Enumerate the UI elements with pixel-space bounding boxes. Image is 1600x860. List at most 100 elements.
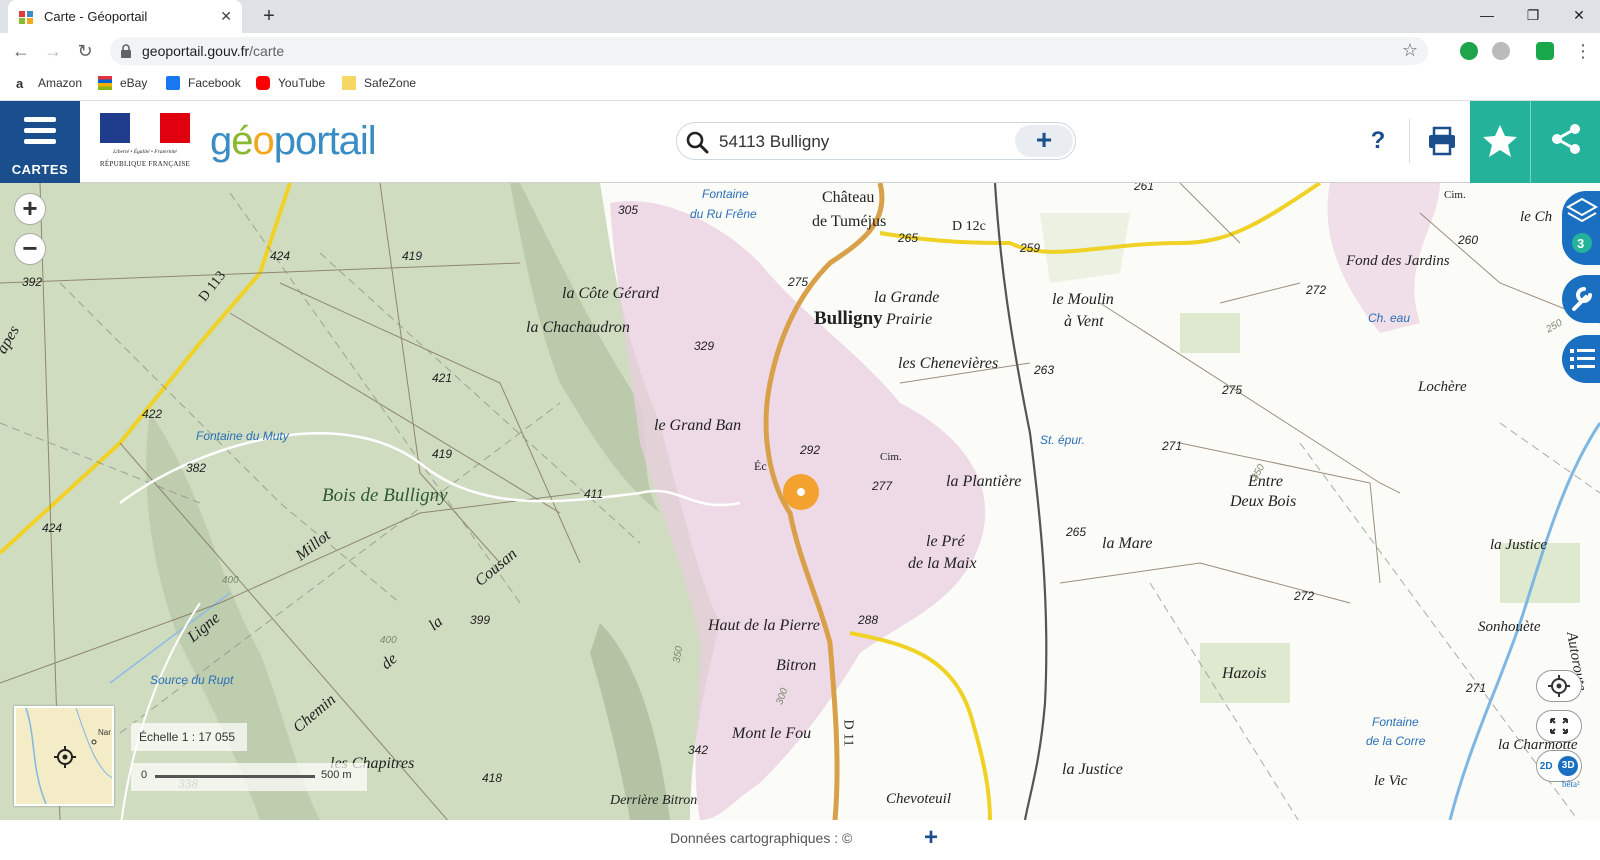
map-label: Deux Bois (1230, 493, 1297, 510)
forward-icon[interactable]: → (40, 38, 66, 64)
bookmark-facebook[interactable]: Facebook (166, 76, 241, 90)
water-label: Source du Rupt (150, 673, 234, 687)
tab-close-icon[interactable]: ✕ (220, 8, 232, 25)
spot-height: 419 (402, 249, 423, 263)
bookmark-ebay[interactable]: eBay (98, 76, 147, 90)
zoom-out-button[interactable]: − (14, 233, 46, 265)
browser-menu-icon[interactable]: ⋮ (1570, 38, 1596, 64)
map-canvas[interactable]: Château de Tuméjus Bulligny la Grande Pr… (0, 183, 1600, 820)
beta-label: bêta² (1562, 779, 1580, 789)
reload-icon[interactable]: ↻ (72, 38, 98, 64)
spot-height: 418 (482, 771, 503, 785)
ebay-icon (98, 76, 112, 90)
map-label: Cim. (1444, 189, 1466, 201)
back-icon[interactable]: ← (8, 38, 34, 64)
address-bar[interactable]: geoportail.gouv.fr/carte ☆ (110, 37, 1428, 65)
adblock-extension-icon[interactable] (1460, 42, 1478, 60)
spot-height: 382 (186, 461, 207, 475)
map-label: la Plantière (946, 473, 1022, 490)
mode-3d-button[interactable]: 3D (1558, 756, 1579, 776)
spot-height: 392 (22, 275, 43, 289)
browser-tab[interactable]: Carte - Géoportail ✕ (8, 0, 242, 33)
map-label: Bitron (776, 657, 817, 674)
spot-height: 424 (270, 249, 291, 263)
spot-height: 271 (1466, 681, 1487, 695)
extension-icon[interactable] (1492, 42, 1510, 60)
mode-2d-button[interactable]: 2D (1540, 761, 1553, 772)
restore-icon[interactable]: ❐ (1510, 0, 1556, 30)
map-label: Fond des Jardins (1346, 253, 1450, 269)
contour-label: 400 (222, 575, 239, 586)
water-label: Fontaine (1372, 715, 1419, 729)
print-icon[interactable] (1424, 123, 1460, 159)
legend-list-icon[interactable] (1562, 335, 1600, 383)
tools-wrench-icon[interactable] (1562, 275, 1600, 323)
bookmark-youtube[interactable]: YouTube (256, 76, 325, 90)
amazon-icon: a (16, 76, 24, 91)
cartes-menu-button[interactable]: CARTES (0, 101, 80, 183)
geolocate-button[interactable] (1536, 670, 1582, 702)
bookmark-star-icon[interactable]: ☆ (1402, 40, 1418, 61)
water-label: Fontaine (702, 187, 749, 201)
data-credit: Données cartographiques : © (670, 830, 853, 846)
map-footer: Données cartographiques : © + (0, 820, 1600, 860)
favorites-star-icon[interactable] (1470, 101, 1530, 183)
spot-height: 275 (1222, 383, 1243, 397)
search-icon (686, 131, 709, 154)
republique-francaise-logo[interactable]: Liberté • Égalité • Fraternité RÉPUBLIQU… (98, 113, 192, 171)
map-label: la Justice (1490, 537, 1548, 553)
folder-icon (342, 76, 356, 90)
map-label: le Ch (1520, 209, 1553, 225)
overview-minimap[interactable]: Nar (14, 706, 114, 806)
water-label: St. épur. (1040, 433, 1085, 447)
credit-more-button[interactable]: + (924, 824, 938, 852)
fullscreen-button[interactable] (1536, 710, 1582, 742)
geoportail-favicon-icon (18, 9, 34, 25)
map-label: la Côte Gérard (562, 285, 660, 302)
layers-button[interactable]: 3 (1562, 191, 1600, 265)
scale-bar: 0 500 m (131, 763, 367, 791)
fullscreen-icon (1550, 718, 1568, 734)
spot-height: 419 (432, 447, 453, 461)
hamburger-icon (24, 117, 56, 150)
map-label: Mont le Fou (732, 725, 812, 742)
zoom-in-button[interactable]: + (14, 193, 46, 225)
search-input[interactable]: 54113 Bulligny + (676, 122, 1076, 160)
spot-height: 411 (584, 487, 604, 501)
shield-extension-icon[interactable] (1536, 42, 1554, 60)
youtube-icon (256, 76, 270, 90)
spot-height: 272 (1306, 283, 1327, 297)
map-label-town: Bulligny (814, 308, 883, 329)
bookmark-amazon[interactable]: a Amazon (16, 76, 82, 91)
map-label: Château (822, 189, 875, 206)
advanced-search-button[interactable]: + (1015, 125, 1073, 157)
spot-height: 399 (470, 613, 491, 627)
map-label: Haut de la Pierre (708, 617, 820, 634)
bookmarks-bar: a Amazon eBay Facebook YouTube SafeZone (0, 69, 1600, 101)
map-label: Cim. (880, 451, 902, 463)
geoportail-header: CARTES Liberté • Égalité • Fraternité RÉ… (0, 101, 1600, 183)
url-text: geoportail.gouv.fr/carte (142, 43, 285, 59)
map-label: Éc (754, 459, 767, 473)
window-close-icon[interactable]: ✕ (1556, 0, 1600, 30)
new-tab-button[interactable]: + (256, 4, 282, 30)
minimize-icon[interactable]: — (1464, 0, 1510, 30)
bookmark-safezone[interactable]: SafeZone (342, 76, 416, 90)
water-label: du Ru Frêne (690, 207, 757, 221)
geoportail-logo[interactable]: géoportail (210, 119, 377, 164)
spot-height: 272 (1294, 589, 1315, 603)
share-icon[interactable] (1530, 101, 1600, 183)
tab-title: Carte - Géoportail (44, 9, 148, 24)
search-value: 54113 Bulligny (719, 132, 830, 151)
map-label: le Grand Ban (654, 417, 742, 434)
water-label: de la Corre (1366, 734, 1426, 748)
view-mode-toggle[interactable]: 2D 3D (1536, 750, 1582, 782)
map-label: Derrière Bitron (610, 793, 698, 808)
water-label: Fontaine du Muty (196, 429, 289, 443)
water-label: Ch. eau (1368, 311, 1411, 325)
map-label: Lochère (1418, 379, 1467, 395)
help-button[interactable]: ? (1360, 123, 1396, 159)
crosshair-icon (1548, 675, 1570, 697)
map-label: la Mare (1102, 535, 1153, 552)
spot-height: 424 (42, 521, 63, 535)
